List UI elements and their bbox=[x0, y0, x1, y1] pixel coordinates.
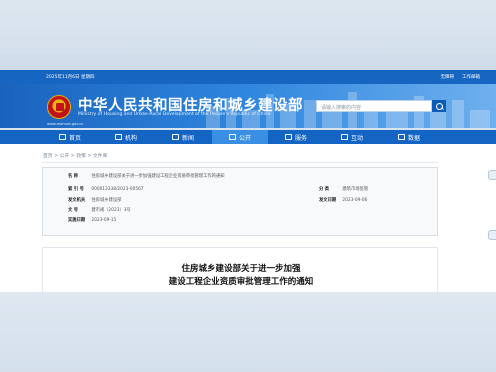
current-date: 2025年11月6日 星期四 bbox=[46, 75, 95, 80]
info-value: 住房城乡建设部 bbox=[91, 198, 122, 203]
nav-item-home[interactable]: 首页 bbox=[42, 130, 98, 144]
divider bbox=[42, 162, 438, 163]
public-icon bbox=[228, 134, 236, 140]
nav-label: 互动 bbox=[350, 134, 363, 142]
info-impl-row: 实施日期 2023-09-15 bbox=[68, 217, 116, 223]
nav-label: 数据 bbox=[407, 134, 420, 142]
article-title-line2: 建设工程企业资质审批管理工作的通知 bbox=[168, 277, 314, 287]
info-category-row: 分 类 建筑市场监管 bbox=[319, 186, 368, 192]
info-name-row: 名 称 住房城乡建设部关于进一步加强建设工程企业资质审批管理工作的通知 bbox=[68, 173, 225, 179]
news-icon bbox=[171, 134, 179, 140]
nav-item-data[interactable]: 数据 bbox=[380, 130, 438, 144]
info-value: 建筑市场监管 bbox=[342, 187, 369, 192]
national-emblem-icon bbox=[47, 95, 71, 119]
info-key: 发文日期 bbox=[319, 198, 337, 203]
info-date-row: 发文日期 2023-09-06 bbox=[319, 197, 367, 203]
nav-item-interaction[interactable]: 互动 bbox=[324, 130, 380, 144]
nav-item-public[interactable]: 公开 bbox=[212, 130, 268, 144]
top-utility-bar: 2025年11月6日 星期四 无障碍 工作邮箱 bbox=[0, 70, 496, 84]
side-float-tab-upper[interactable] bbox=[488, 170, 496, 180]
info-key: 分 类 bbox=[319, 187, 330, 192]
info-key: 名 称 bbox=[68, 174, 79, 179]
site-subtitle-english: Ministry of Housing and Urban-Rural Deve… bbox=[78, 112, 271, 117]
article-title-line1: 住房城乡建设部关于进一步加强 bbox=[181, 264, 301, 274]
site-url: www.mohurd.gov.cn bbox=[47, 122, 84, 126]
info-value: 住房城乡建设部关于进一步加强建设工程企业资质审批管理工作的通知 bbox=[91, 174, 225, 179]
article-panel: 住房城乡建设部关于进一步加强 建设工程企业资质审批管理工作的通知 bbox=[42, 247, 438, 297]
nav-item-news[interactable]: 新闻 bbox=[154, 130, 212, 144]
nav-label: 首页 bbox=[68, 134, 81, 142]
info-key: 发文机关 bbox=[68, 198, 86, 203]
main-nav: 首页 机构 新闻 公开 服务 互动 数据 bbox=[0, 130, 496, 144]
document-info-box: 名 称 住房城乡建设部关于进一步加强建设工程企业资质审批管理工作的通知 索 引 … bbox=[42, 167, 438, 236]
nav-label: 服务 bbox=[294, 134, 307, 142]
service-icon bbox=[284, 134, 292, 140]
info-value: 2023-09-06 bbox=[342, 198, 368, 203]
nav-label: 公开 bbox=[238, 134, 251, 142]
info-issuer-row: 发文机关 住房城乡建设部 bbox=[68, 197, 121, 203]
nav-item-service[interactable]: 服务 bbox=[268, 130, 324, 144]
search-icon[interactable] bbox=[432, 100, 446, 112]
barrier-free-link[interactable]: 无障碍 bbox=[441, 74, 455, 80]
background-haze-bottom bbox=[0, 292, 496, 372]
info-key: 索 引 号 bbox=[68, 187, 84, 192]
info-key: 文 号 bbox=[68, 208, 79, 213]
info-value: 000013338/2023-00567 bbox=[91, 187, 144, 192]
search-input[interactable]: 请输入搜索的内容 bbox=[316, 100, 432, 112]
info-docno-row: 文 号 建市规〔2023〕3号 bbox=[68, 207, 131, 213]
background-haze-top bbox=[0, 0, 496, 70]
breadcrumb[interactable]: 首页 > 公开 > 政策 > 文件库 bbox=[43, 152, 107, 159]
side-float-tab-lower[interactable] bbox=[488, 230, 496, 240]
info-key: 实施日期 bbox=[68, 218, 86, 223]
nav-label: 机构 bbox=[124, 134, 137, 142]
interaction-icon bbox=[340, 134, 348, 140]
home-icon bbox=[58, 134, 66, 140]
organization-icon bbox=[114, 134, 122, 140]
nav-label: 新闻 bbox=[181, 134, 194, 142]
info-value: 建市规〔2023〕3号 bbox=[91, 208, 131, 213]
info-value: 2023-09-15 bbox=[91, 218, 117, 223]
nav-item-organization[interactable]: 机构 bbox=[98, 130, 154, 144]
work-mail-link[interactable]: 工作邮箱 bbox=[462, 74, 480, 80]
info-index-row: 索 引 号 000013338/2023-00567 bbox=[68, 186, 144, 192]
data-icon bbox=[397, 134, 405, 140]
